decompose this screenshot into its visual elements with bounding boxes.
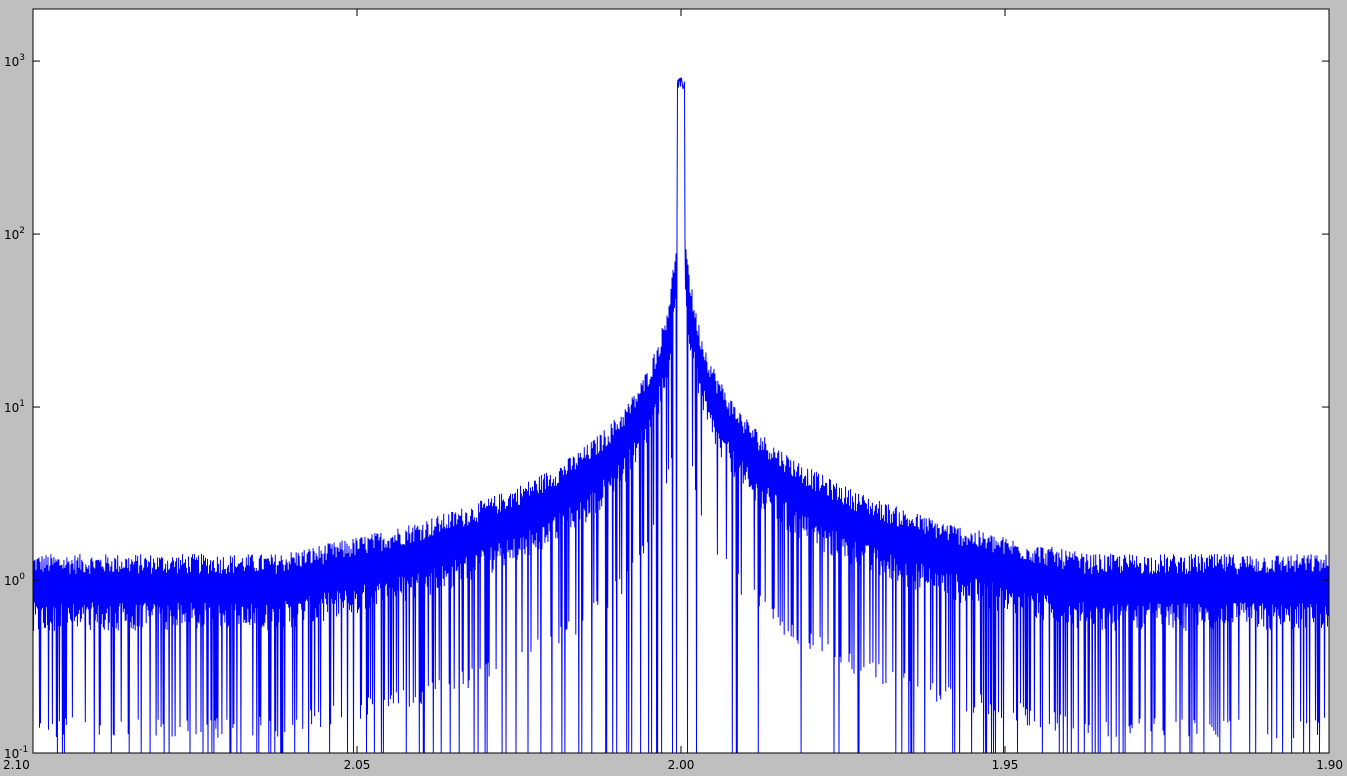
x-tick-label: 1.90 (1316, 758, 1343, 772)
y-tick-labels: 10-1100101102103 (4, 53, 28, 761)
y-tick-label: 103 (4, 53, 25, 69)
spectrum-chart: 2.10 2.05 2.00 1.95 1.90 10-1100101102103 (3, 8, 1343, 772)
y-tick-label: 102 (4, 226, 25, 242)
y-tick-label: 100 (4, 572, 25, 588)
x-tick-label: 1.95 (992, 758, 1019, 772)
x-tick-label: 2.00 (668, 758, 695, 772)
x-tick-label: 2.05 (344, 758, 371, 772)
x-tick-labels: 2.10 2.05 2.00 1.95 1.90 (3, 758, 1343, 772)
y-tick-label: 101 (4, 399, 25, 415)
